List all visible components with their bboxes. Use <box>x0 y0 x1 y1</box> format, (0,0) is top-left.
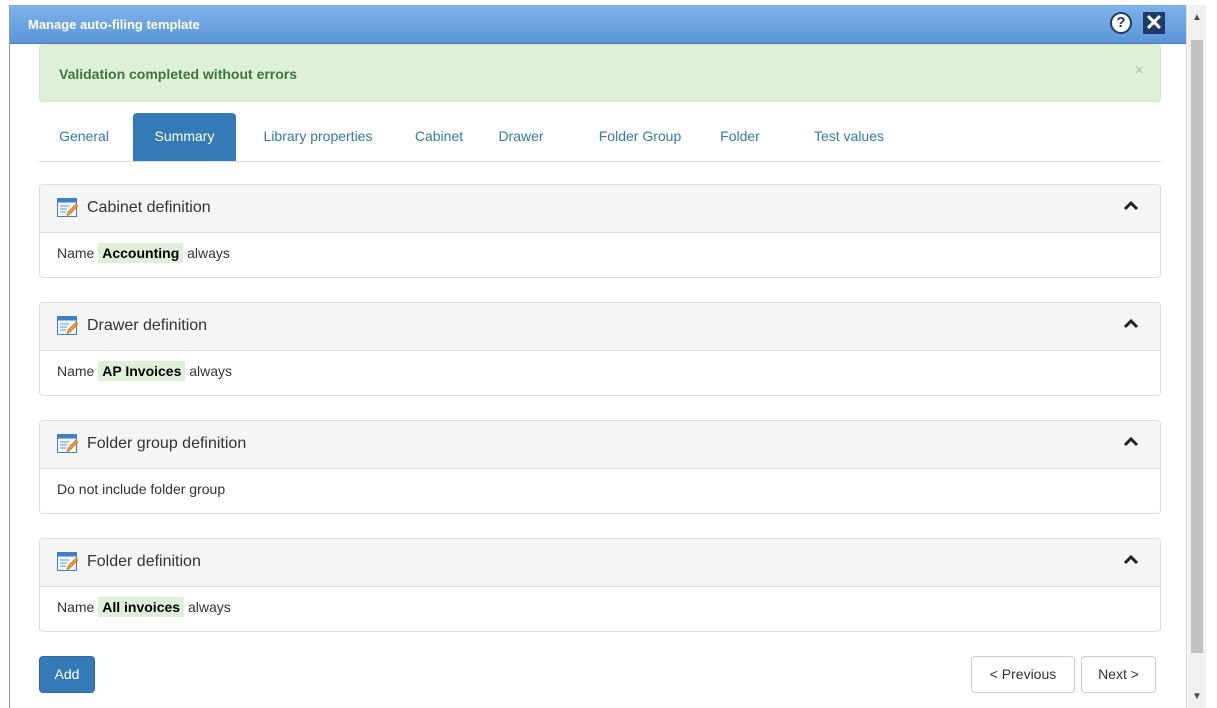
chevron-up-icon[interactable] <box>1122 553 1140 567</box>
panel-header[interactable]: Drawer definition <box>40 303 1160 351</box>
always-label: always <box>189 363 233 379</box>
name-value: AP Invoices <box>98 361 186 381</box>
name-value: All invoices <box>98 597 185 617</box>
tab-library-properties[interactable]: Library properties <box>246 113 390 161</box>
scroll-up-arrow-icon[interactable]: ▲ <box>1188 5 1206 35</box>
panel-body: Name AP Invoices always <box>57 361 233 381</box>
edit-form-icon <box>57 198 79 217</box>
next-button[interactable]: Next > <box>1081 656 1156 693</box>
tab-bar: General Summary Library properties Cabin… <box>39 113 1161 162</box>
dialog-window: Manage auto-filing template ? ✕ Validati… <box>9 5 1187 708</box>
vertical-scrollbar[interactable]: ▲ ▼ <box>1188 5 1206 708</box>
panel-drawer-definition: Drawer definition Name AP Invoices alway… <box>39 302 1161 396</box>
panel-folder-group-definition: Folder group definition Do not include f… <box>39 420 1161 514</box>
alert-close-icon[interactable]: × <box>1135 62 1144 80</box>
tab-folder[interactable]: Folder <box>709 113 771 161</box>
scroll-down-arrow-icon[interactable]: ▼ <box>1188 686 1206 708</box>
validation-alert: Validation completed without errors × <box>39 44 1161 102</box>
panel-header[interactable]: Cabinet definition <box>40 185 1160 233</box>
always-label: always <box>187 599 231 615</box>
always-label: always <box>187 245 230 261</box>
panel-title: Folder group definition <box>87 435 247 452</box>
scroll-thumb[interactable] <box>1191 40 1203 653</box>
edit-form-icon <box>57 316 79 335</box>
name-label: Name <box>57 245 95 261</box>
tab-drawer[interactable]: Drawer <box>486 113 556 161</box>
help-icon[interactable]: ? <box>1110 12 1132 34</box>
panel-title: Folder definition <box>87 553 201 570</box>
chevron-up-icon[interactable] <box>1122 199 1140 213</box>
dialog-title: Manage auto-filing template <box>28 17 200 32</box>
tab-general[interactable]: General <box>39 113 129 161</box>
panel-folder-definition: Folder definition Name All invoices alwa… <box>39 538 1161 632</box>
chevron-up-icon[interactable] <box>1122 317 1140 331</box>
tab-summary[interactable]: Summary <box>133 113 236 161</box>
name-value: Accounting <box>98 243 184 263</box>
panel-title: Cabinet definition <box>87 199 211 216</box>
add-button[interactable]: Add <box>39 656 95 693</box>
panel-header[interactable]: Folder group definition <box>40 421 1160 469</box>
panel-text: Do not include folder group <box>57 481 226 497</box>
tab-test-values[interactable]: Test values <box>799 113 899 161</box>
panel-body: Name Accounting always <box>57 243 230 263</box>
panel-cabinet-definition: Cabinet definition Name Accounting alway… <box>39 184 1161 278</box>
panel-body: Name All invoices always <box>57 597 231 617</box>
panel-body: Do not include folder group <box>57 481 225 497</box>
close-icon[interactable]: ✕ <box>1143 12 1165 34</box>
tab-cabinet[interactable]: Cabinet <box>404 113 474 161</box>
dialog-titlebar[interactable]: Manage auto-filing template ? ✕ <box>10 5 1186 44</box>
edit-form-icon <box>57 552 79 571</box>
alert-message: Validation completed without errors <box>59 66 298 82</box>
previous-button[interactable]: < Previous <box>971 656 1075 693</box>
panel-header[interactable]: Folder definition <box>40 539 1160 587</box>
chevron-up-icon[interactable] <box>1122 435 1140 449</box>
name-label: Name <box>57 363 95 379</box>
tab-folder-group[interactable]: Folder Group <box>585 113 695 161</box>
panel-title: Drawer definition <box>87 317 208 334</box>
edit-form-icon <box>57 434 79 453</box>
name-label: Name <box>57 599 95 615</box>
